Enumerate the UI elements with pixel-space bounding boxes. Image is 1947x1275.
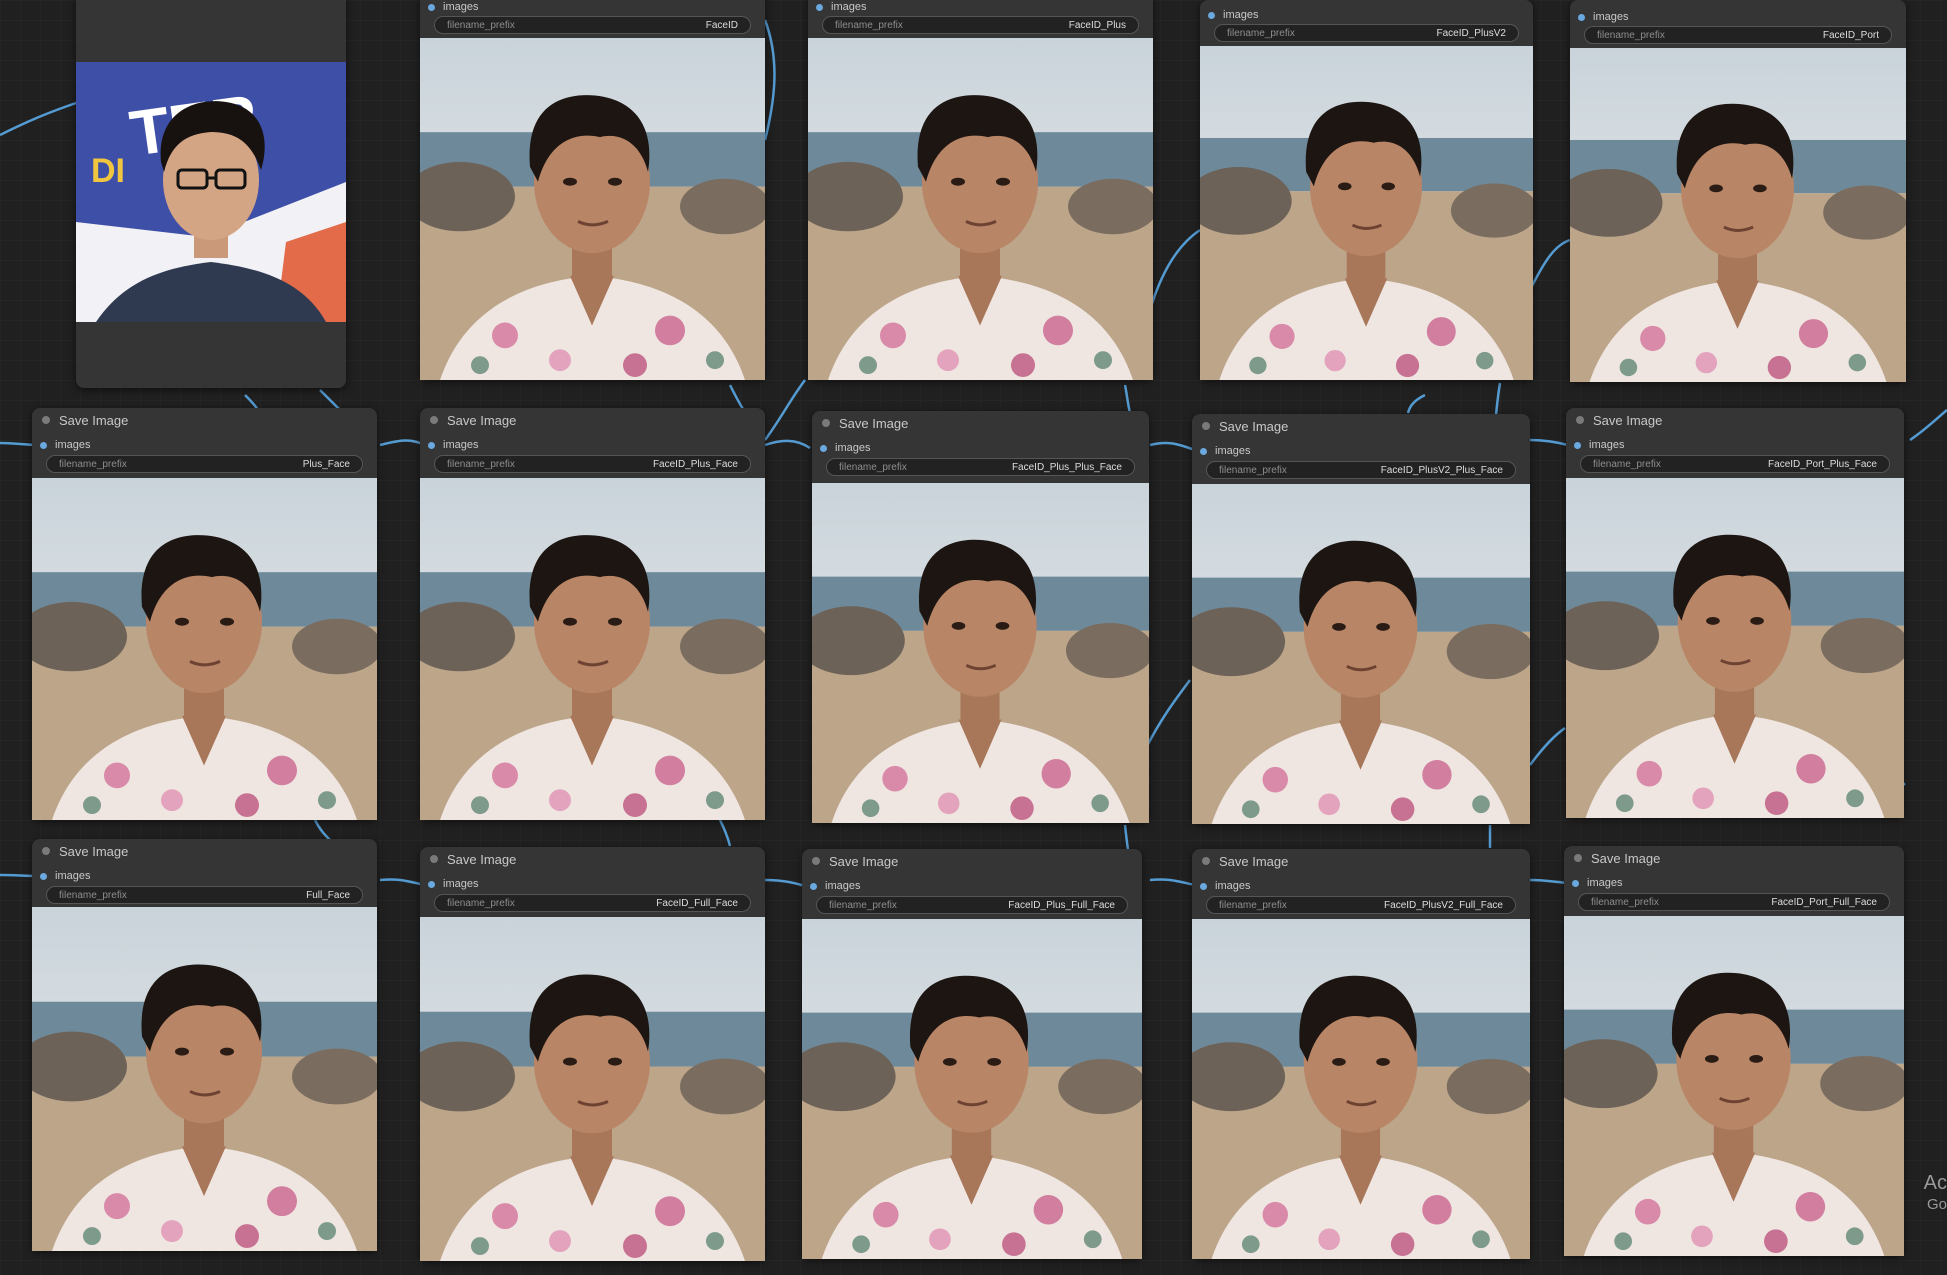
images-input-slot[interactable]: images (810, 879, 860, 893)
filename-prefix-field[interactable]: filename_prefix FaceID_Plus (822, 16, 1139, 34)
save-image-node-plus-face[interactable]: Save Image images filename_prefix Plus_Fa… (32, 408, 377, 820)
output-image (802, 919, 1142, 1259)
images-input-slot[interactable]: images (428, 438, 478, 452)
save-image-node-faceid-port-plus-face[interactable]: Save Image images filename_prefix FaceID_… (1566, 408, 1904, 818)
filename-prefix-field[interactable]: filename_prefix FaceID_Port (1584, 26, 1892, 44)
images-input-slot[interactable]: images (40, 438, 90, 452)
images-input-slot[interactable]: images (1200, 879, 1250, 893)
filename-prefix-field[interactable]: filename_prefix FaceID (434, 16, 751, 34)
output-image (420, 917, 765, 1261)
images-input-slot[interactable]: images (1208, 8, 1258, 22)
node-title-bar[interactable]: Save Image (420, 408, 765, 432)
images-input-slot[interactable]: images (1572, 876, 1622, 890)
save-image-node-faceid-plus-full-face[interactable]: Save Image images filename_prefix FaceID_… (802, 849, 1142, 1259)
node-status-dot (822, 419, 830, 427)
save-image-node-faceid-plus-plus-face[interactable]: Save Image images filename_prefix FaceID_… (812, 411, 1149, 823)
output-image (1192, 484, 1530, 824)
save-image-node-faceid[interactable]: images filename_prefix FaceID (420, 0, 765, 380)
save-image-node-faceid-port[interactable]: images filename_prefix FaceID_Port (1570, 0, 1906, 382)
node-title-bar[interactable]: Save Image (1564, 846, 1904, 870)
node-title-bar[interactable]: Save Image (802, 849, 1142, 873)
watermark-line-2: Go (1926, 1196, 1947, 1213)
node-status-dot (430, 416, 438, 424)
save-image-node-full-face[interactable]: Save Image images filename_prefix Full_Fa… (32, 839, 377, 1251)
node-status-dot (1202, 857, 1210, 865)
filename-prefix-field[interactable]: filename_prefix FaceID_PlusV2_Full_Face (1206, 896, 1516, 914)
output-image (420, 478, 765, 820)
images-input-slot[interactable]: images (428, 0, 478, 14)
output-image (1192, 919, 1530, 1259)
save-image-node-faceid-plus[interactable]: images filename_prefix FaceID_Plus (808, 0, 1153, 380)
save-image-node-faceid-plusv2-plus-face[interactable]: Save Image images filename_prefix FaceID_… (1192, 414, 1530, 824)
images-input-slot[interactable]: images (816, 0, 866, 14)
watermark-line-1: Ac (1923, 1172, 1947, 1194)
images-input-slot[interactable]: images (820, 441, 870, 455)
node-status-dot (42, 416, 50, 424)
node-title-bar[interactable]: Save Image (1566, 408, 1904, 432)
save-image-node-faceid-full-face[interactable]: Save Image images filename_prefix FaceID_… (420, 847, 765, 1261)
node-status-dot (1574, 854, 1582, 862)
images-input-slot[interactable]: images (428, 877, 478, 891)
node-status-dot (812, 857, 820, 865)
output-image (1564, 916, 1904, 1256)
output-image (1570, 48, 1906, 382)
node-title-bar[interactable]: Save Image (420, 847, 765, 871)
filename-prefix-field[interactable]: filename_prefix FaceID_Port_Plus_Face (1580, 455, 1890, 473)
node-title-bar[interactable]: Save Image (1192, 849, 1530, 873)
node-status-dot (1576, 416, 1584, 424)
save-image-node-faceid-port-full-face[interactable]: Save Image images filename_prefix FaceID_… (1564, 846, 1904, 1256)
node-status-dot (1202, 422, 1210, 430)
output-image (1200, 46, 1533, 380)
output-image (808, 38, 1153, 380)
node-status-dot (42, 847, 50, 855)
images-input-slot[interactable]: images (1578, 10, 1628, 24)
node-title-bar[interactable]: Save Image (1192, 414, 1530, 438)
output-image (420, 38, 765, 380)
save-image-node-faceid-plus-face[interactable]: Save Image images filename_prefix FaceID_… (420, 408, 765, 820)
filename-prefix-field[interactable]: filename_prefix Full_Face (46, 886, 363, 904)
filename-prefix-field[interactable]: filename_prefix FaceID_Plus_Face (434, 455, 751, 473)
filename-prefix-field[interactable]: filename_prefix FaceID_Port_Full_Face (1578, 893, 1890, 911)
images-input-slot[interactable]: images (1200, 444, 1250, 458)
node-title-bar[interactable]: Save Image (812, 411, 1149, 435)
save-image-node-faceid-plusv2[interactable]: images filename_prefix FaceID_PlusV2 (1200, 0, 1533, 380)
output-image (32, 907, 377, 1251)
node-title-bar[interactable]: Save Image (32, 839, 377, 863)
filename-prefix-field[interactable]: filename_prefix FaceID_Full_Face (434, 894, 751, 912)
filename-prefix-field[interactable]: filename_prefix Plus_Face (46, 455, 363, 473)
node-title-bar[interactable]: Save Image (32, 408, 377, 432)
load-image-node[interactable]: TER DI (76, 0, 346, 388)
images-input-slot[interactable]: images (1574, 438, 1624, 452)
filename-prefix-field[interactable]: filename_prefix FaceID_Plus_Full_Face (816, 896, 1128, 914)
filename-prefix-field[interactable]: filename_prefix FaceID_PlusV2_Plus_Face (1206, 461, 1516, 479)
save-image-node-faceid-plusv2-full-face[interactable]: Save Image images filename_prefix FaceID_… (1192, 849, 1530, 1259)
svg-text:DI: DI (91, 152, 125, 190)
filename-prefix-field[interactable]: filename_prefix FaceID_Plus_Plus_Face (826, 458, 1135, 476)
output-image (812, 483, 1149, 823)
load-image-preview: TER DI (76, 62, 346, 322)
images-input-slot[interactable]: images (40, 869, 90, 883)
node-status-dot (430, 855, 438, 863)
output-image (1566, 478, 1904, 818)
output-image (32, 478, 377, 820)
filename-prefix-field[interactable]: filename_prefix FaceID_PlusV2 (1214, 24, 1519, 42)
